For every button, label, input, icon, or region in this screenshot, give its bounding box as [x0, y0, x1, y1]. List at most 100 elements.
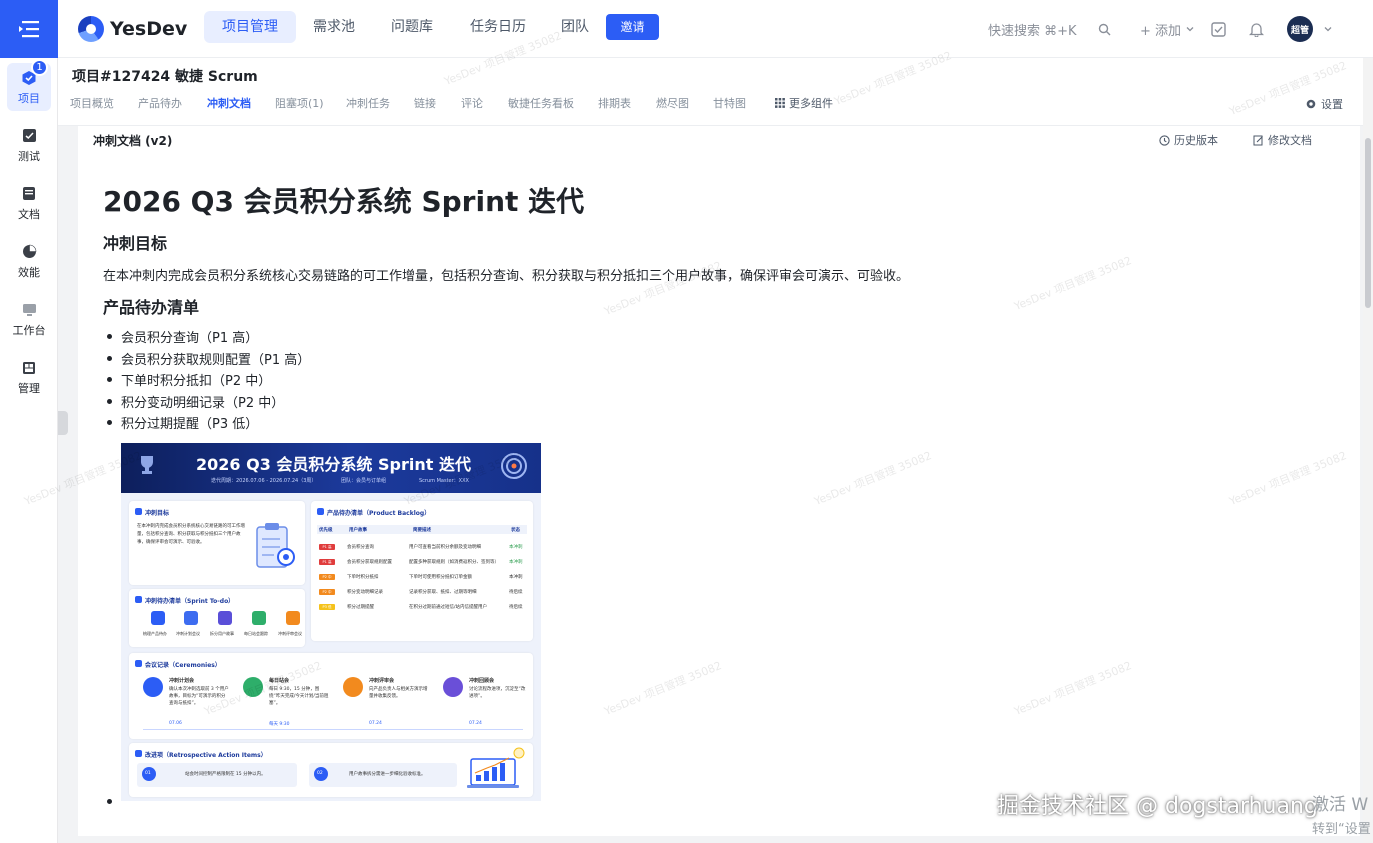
todo-item: 冲刺计划会议 [176, 631, 200, 636]
backlog-list: 会员积分查询（P1 高） 会员积分获取规则配置（P1 高） 下单时积分抵扣（P2… [103, 327, 310, 435]
doc-version-label: 冲刺文档 (v2) [93, 134, 173, 148]
grid-icon [775, 98, 785, 108]
subtab-gantt[interactable]: 甘特图 [713, 95, 746, 111]
sidebar-item-test[interactable]: 测试 [0, 116, 58, 174]
list-item: 下单时积分抵扣（P2 中） [103, 370, 310, 392]
backlog-desc: 记录积分获取、抵扣、过期等明细 [409, 590, 477, 595]
quick-search[interactable]: 快速搜索 ⌘+K [988, 0, 1077, 58]
goal-text: 在本冲刺内完成会员积分系统核心交易链路的可工作增量，包括积分查询、积分获取与积分… [103, 269, 910, 284]
subtab-sprint-doc[interactable]: 冲刺文档 [207, 95, 251, 111]
invite-button[interactable]: 邀请 [606, 14, 659, 40]
quick-search-label: 快速搜索 ⌘+K [988, 23, 1077, 39]
backlog-story: 会员积分查询 [347, 545, 374, 550]
poster-goal-card: 冲刺目标 在本冲刺内完成会员积分系统核心交易链路的可工作增量，包括积分查询、积分… [129, 501, 305, 585]
pie-chart-icon [20, 243, 38, 261]
menu-toggle-button[interactable] [0, 0, 58, 58]
sprint-document: 冲刺文档 (v2) 历史版本 修改文档 2026 Q3 会员积分系统 Sprin… [78, 126, 1360, 836]
backlog-status: 本冲刺 [509, 545, 523, 550]
priority-tag: P3 低 [319, 604, 335, 610]
notification-button[interactable] [1249, 0, 1264, 58]
sidebar-item-project[interactable]: 1 项目 [0, 58, 58, 116]
subtab-comments[interactable]: 评论 [461, 95, 483, 111]
sidebar-item-label: 项目 [18, 91, 40, 105]
sidebar-item-label: 测试 [18, 149, 40, 163]
subtab-product-backlog[interactable]: 产品待办 [138, 95, 182, 111]
sidebar-collapse-handle[interactable] [58, 411, 68, 435]
poster-backlog-col: 状态 [511, 528, 520, 533]
doc-icon [20, 185, 38, 203]
poster-ceremonies-card: 会议记录（Ceremonies） 冲刺计划会 确认本次冲刺选取前 3 个用户故事… [129, 653, 533, 739]
poster-todo-title: 冲刺待办清单（Sprint To-do） [134, 596, 235, 605]
tab-task-calendar[interactable]: 任务日历 [452, 11, 544, 43]
ceremony-date: 07.06 [169, 721, 182, 726]
priority-tag: P1 高 [319, 544, 335, 550]
poster-goal-title: 冲刺目标 [134, 508, 170, 517]
brand-name: YesDev [110, 18, 188, 40]
tab-requirement-pool[interactable]: 需求池 [295, 11, 373, 43]
ceremony-desc: 讨论流程改进项，沉淀至“改进项”。 [469, 687, 526, 699]
subtab-sprint-tasks[interactable]: 冲刺任务 [346, 95, 390, 111]
search-button[interactable] [1098, 0, 1111, 58]
ceremony-name: 冲刺回顾会 [469, 678, 495, 684]
priority-tag: P2 中 [319, 589, 335, 595]
subtab-links[interactable]: 链接 [414, 95, 436, 111]
search-icon [1098, 23, 1111, 35]
more-components-label: 更多组件 [789, 97, 833, 110]
brand-logo[interactable]: YesDev [78, 16, 187, 42]
sidebar-item-label: 工作台 [12, 323, 46, 337]
poster-backlog-card: 产品待办清单（Product Backlog） 优先级 用户故事 简要描述 状态… [311, 501, 533, 641]
todo-item: 拆分用户故事 [210, 631, 234, 636]
sidebar-item-admin[interactable]: 管理 [0, 348, 58, 406]
list-item: 会员积分获取规则配置（P1 高） [103, 349, 310, 371]
app-root: 1 项目 测试 文档 效能 工作台 管理 YesDev 项目管理 需求池 问题库… [0, 0, 1373, 843]
ceremony-desc: 每日 9:30，15 分钟，围绕“昨天完成/今天计划/当前阻塞”。 [269, 687, 329, 706]
sprint-poster-image[interactable]: 2026 Q3 会员积分系统 Sprint 迭代 迭代周期：2026.07.06… [121, 443, 541, 801]
add-button[interactable]: + 添加 [1140, 0, 1195, 58]
todo-item: 梳理产品待办 [143, 631, 167, 636]
subtab-agile-board[interactable]: 敏捷任务看板 [508, 95, 574, 111]
source-watermark: 掘金技术社区 @ dogstarhuang [997, 794, 1318, 819]
settings-label: 设置 [1321, 98, 1343, 111]
history-version-button[interactable]: 历史版本 [1159, 132, 1218, 148]
priority-tag: P2 中 [319, 574, 335, 580]
user-menu[interactable]: 超管 [1287, 0, 1333, 58]
doc-title: 2026 Q3 会员积分系统 Sprint 迭代 [103, 185, 585, 218]
poster-backlog-col: 简要描述 [413, 528, 431, 533]
clipboard-icon [256, 523, 295, 568]
poster-backlog-col: 优先级 [319, 528, 333, 533]
subtab-burndown[interactable]: 燃尽图 [656, 95, 689, 111]
chevron-down-icon [1324, 27, 1332, 32]
os-activation-notice: 激活 W [1312, 795, 1369, 815]
tab-team[interactable]: 团队 [543, 11, 607, 43]
subtab-more-components[interactable]: 更多组件 [775, 95, 833, 111]
checkbox-icon [1211, 21, 1226, 37]
goal-heading: 冲刺目标 [103, 234, 168, 253]
sidebar-item-doc[interactable]: 文档 [0, 174, 58, 232]
ceremony-name: 每日站会 [269, 678, 290, 684]
sidebar-item-efficiency[interactable]: 效能 [0, 232, 58, 290]
edit-doc-button[interactable]: 修改文档 [1253, 132, 1312, 148]
poster-title: 2026 Q3 会员积分系统 Sprint 迭代 [196, 455, 471, 474]
page-scrollbar[interactable] [1363, 58, 1373, 843]
chevron-down-icon [1186, 27, 1194, 32]
scrollbar-thumb[interactable] [1365, 138, 1371, 308]
tab-issue-library[interactable]: 问题库 [373, 11, 451, 43]
sidebar-item-label: 管理 [18, 381, 40, 395]
subtab-overview[interactable]: 项目概览 [70, 95, 114, 111]
todo-item: 每日站会跟踪 [244, 631, 268, 636]
poster-retro-card: 改进项（Retrospective Action Items） 01 站会时间控… [129, 743, 533, 797]
backlog-status: 待后续 [509, 605, 523, 610]
backlog-status: 本冲刺 [509, 560, 523, 565]
left-sidebar: 1 项目 测试 文档 效能 工作台 管理 [0, 0, 58, 843]
sidebar-item-workbench[interactable]: 工作台 [0, 290, 58, 348]
project-title: 项目#127424 敏捷 Scrum [72, 69, 258, 85]
todo-check-button[interactable] [1211, 0, 1226, 58]
trophy-icon [141, 456, 153, 474]
bell-icon [1249, 22, 1264, 37]
settings-button[interactable]: 设置 [1305, 96, 1343, 112]
list-item: 积分过期提醒（P3 低） [103, 413, 310, 435]
grid-icon [20, 359, 38, 377]
subtab-schedule[interactable]: 排期表 [598, 95, 631, 111]
subtab-blockers[interactable]: 阻塞项(1) [275, 95, 324, 111]
tab-project-management[interactable]: 项目管理 [204, 11, 296, 43]
